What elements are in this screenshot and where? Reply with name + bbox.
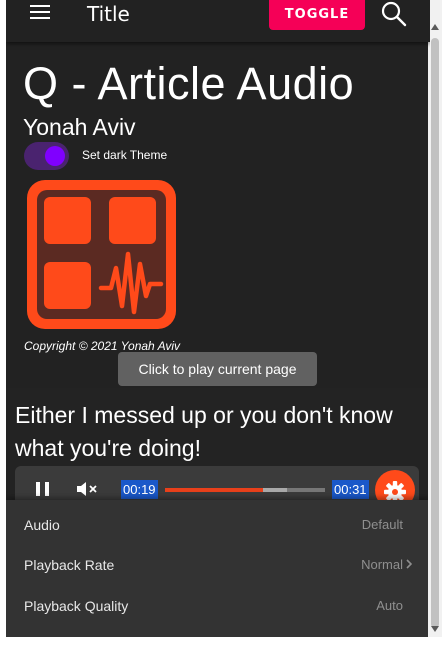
settings-menu: Audio Default Playback Rate Normal Playb… <box>6 500 430 637</box>
play-current-page-tooltip[interactable]: Click to play current page <box>118 352 317 386</box>
search-icon[interactable] <box>381 1 407 27</box>
app-bar-title: Title <box>87 2 130 26</box>
settings-item-playback-quality[interactable]: Playback Quality Auto <box>6 587 430 627</box>
settings-item-playback-rate[interactable]: Playback Rate Normal <box>6 546 430 586</box>
current-time: 00:19 <box>121 480 158 499</box>
dark-theme-switch-label: Set dark Theme <box>82 148 168 162</box>
toggle-button[interactable]: TOGGLE <box>269 0 365 30</box>
volume-muted-icon[interactable] <box>75 480 103 498</box>
page-title: Q - Article Audio <box>23 58 355 109</box>
settings-item-label: Playback Rate <box>24 557 115 573</box>
copyright-text: Copyright © 2021 Yonah Aviv <box>24 339 181 353</box>
hamburger-menu-icon[interactable] <box>30 5 50 19</box>
settings-item-label: Playback Quality <box>24 598 129 614</box>
switch-knob <box>45 146 65 166</box>
app-window: Title TOGGLE Q - Article Audio Yonah Avi… <box>6 0 430 637</box>
settings-item-audio[interactable]: Audio Default <box>6 506 430 546</box>
scroll-down-icon[interactable] <box>431 626 439 632</box>
scrollbar[interactable] <box>428 0 442 637</box>
settings-item-value: Auto <box>376 598 403 613</box>
settings-item-label: Audio <box>24 517 60 533</box>
scroll-thumb[interactable] <box>431 38 439 628</box>
progress-fill <box>165 488 263 492</box>
author-name: Yonah Aviv <box>23 114 136 140</box>
app-logo-icon <box>23 176 180 333</box>
progress-bar[interactable] <box>165 488 325 492</box>
dark-theme-switch[interactable] <box>24 142 69 170</box>
pause-icon[interactable] <box>36 482 50 496</box>
chevron-right-icon <box>406 559 412 569</box>
app-bar: Title TOGGLE <box>6 0 430 42</box>
total-time: 00:31 <box>332 480 369 499</box>
settings-item-value: Default <box>361 517 403 532</box>
article-text: Either I messed up or you don't know wha… <box>15 402 393 461</box>
settings-item-value: Normal <box>361 557 403 572</box>
scroll-up-icon[interactable] <box>431 24 439 30</box>
